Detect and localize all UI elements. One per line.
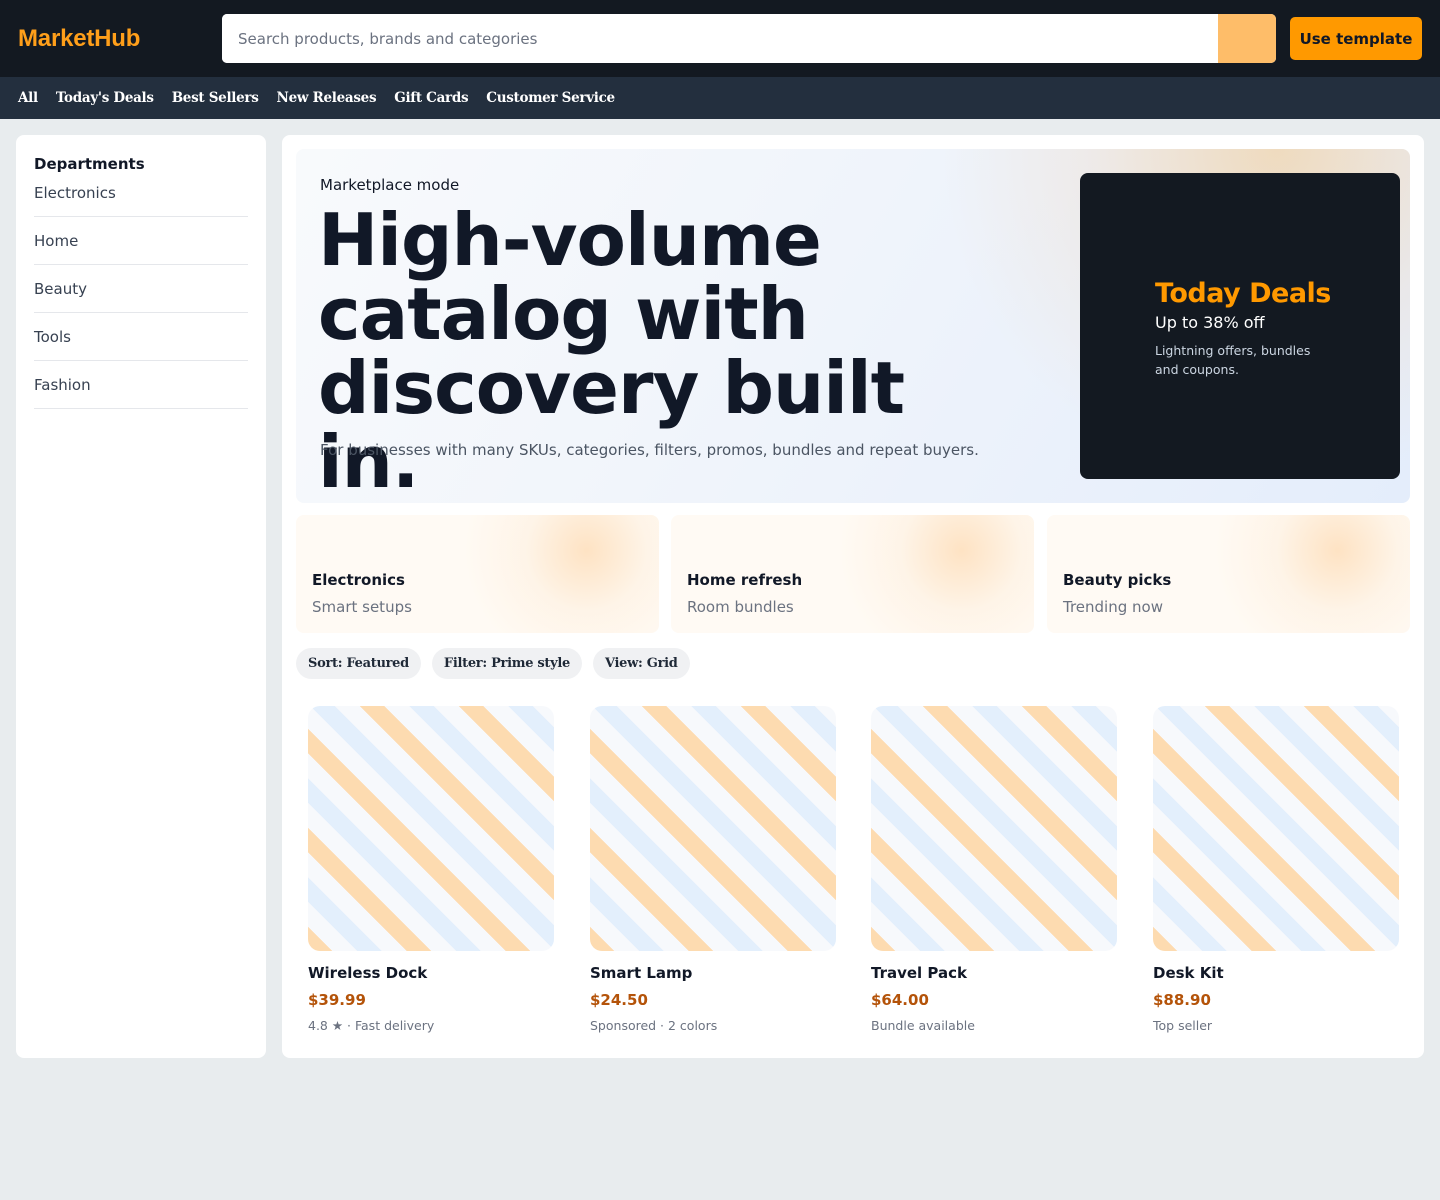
filter-chip[interactable]: Filter: Prime style (431, 648, 582, 679)
product-image[interactable] (1153, 706, 1399, 951)
search-button[interactable] (1218, 14, 1276, 63)
nav-item-all[interactable]: All (18, 90, 38, 106)
nav-item-todays-deals[interactable]: Today's Deals (56, 90, 154, 106)
product-card[interactable]: Desk Kit $88.90 Top seller (1153, 706, 1399, 1033)
main-content: Marketplace mode High-volume catalog wit… (282, 135, 1424, 1058)
product-card[interactable]: Travel Pack $64.00 Bundle available (871, 706, 1117, 1033)
sidebar-item-electronics[interactable]: Electronics (34, 181, 248, 217)
category-title: Home refresh (687, 571, 803, 589)
hero-subtitle: For businesses with many SKUs, categorie… (320, 441, 979, 459)
filter-chips: Sort: Featured Filter: Prime style View:… (296, 648, 690, 679)
top-bar: MarketHub Use template (0, 0, 1440, 77)
product-card[interactable]: Wireless Dock $39.99 4.8 ★ · Fast delive… (308, 706, 554, 1033)
category-subtitle: Trending now (1063, 598, 1163, 616)
nav-item-best-sellers[interactable]: Best Sellers (172, 90, 259, 106)
product-price: $88.90 (1153, 991, 1211, 1009)
category-title: Beauty picks (1063, 571, 1172, 589)
category-card-electronics[interactable]: Electronics Smart setups (296, 515, 659, 633)
product-meta: 4.8 ★ · Fast delivery (308, 1018, 435, 1033)
today-deals-card[interactable]: Today Deals Up to 38% off Lightning offe… (1080, 173, 1400, 479)
product-price: $24.50 (590, 991, 648, 1009)
use-template-button[interactable]: Use template (1290, 17, 1422, 60)
sort-chip[interactable]: Sort: Featured (296, 648, 421, 679)
sidebar-item-home[interactable]: Home (34, 229, 248, 265)
deal-subtitle: Up to 38% off (1155, 313, 1265, 332)
deal-description: Lightning offers, bundles and coupons. (1155, 343, 1311, 377)
logo[interactable]: MarketHub (18, 25, 222, 53)
product-image[interactable] (308, 706, 554, 951)
sidebar-item-beauty[interactable]: Beauty (34, 277, 248, 313)
view-chip[interactable]: View: Grid (592, 648, 690, 679)
product-price: $64.00 (871, 991, 929, 1009)
product-meta: Top seller (1153, 1018, 1213, 1033)
product-name[interactable]: Smart Lamp (590, 964, 836, 982)
nav-item-gift-cards[interactable]: Gift Cards (394, 90, 468, 106)
sidebar-title: Departments (34, 155, 145, 173)
departments-sidebar: Departments Electronics Home Beauty Tool… (16, 135, 266, 1058)
search-input[interactable] (222, 14, 1218, 63)
category-subtitle: Smart setups (312, 598, 412, 616)
sidebar-item-tools[interactable]: Tools (34, 325, 248, 361)
nav-item-customer-service[interactable]: Customer Service (486, 90, 615, 106)
nav-item-new-releases[interactable]: New Releases (277, 90, 377, 106)
product-name[interactable]: Travel Pack (871, 964, 1117, 982)
category-card-home-refresh[interactable]: Home refresh Room bundles (671, 515, 1034, 633)
product-name[interactable]: Desk Kit (1153, 964, 1399, 982)
product-image[interactable] (871, 706, 1117, 951)
product-price: $39.99 (308, 991, 366, 1009)
product-image[interactable] (590, 706, 836, 951)
category-card-beauty-picks[interactable]: Beauty picks Trending now (1047, 515, 1410, 633)
product-card[interactable]: Smart Lamp $24.50 Sponsored · 2 colors (590, 706, 836, 1033)
hero-banner: Marketplace mode High-volume catalog wit… (296, 149, 1410, 503)
deal-title: Today Deals (1155, 278, 1331, 309)
category-title: Electronics (312, 571, 405, 589)
product-meta: Sponsored · 2 colors (590, 1018, 718, 1033)
category-subtitle: Room bundles (687, 598, 794, 616)
product-meta: Bundle available (871, 1018, 975, 1033)
product-name[interactable]: Wireless Dock (308, 964, 554, 982)
nav-bar: All Today's Deals Best Sellers New Relea… (0, 77, 1440, 119)
search-bar (222, 14, 1276, 63)
hero-kicker: Marketplace mode (320, 176, 460, 194)
sidebar-item-fashion[interactable]: Fashion (34, 373, 248, 409)
